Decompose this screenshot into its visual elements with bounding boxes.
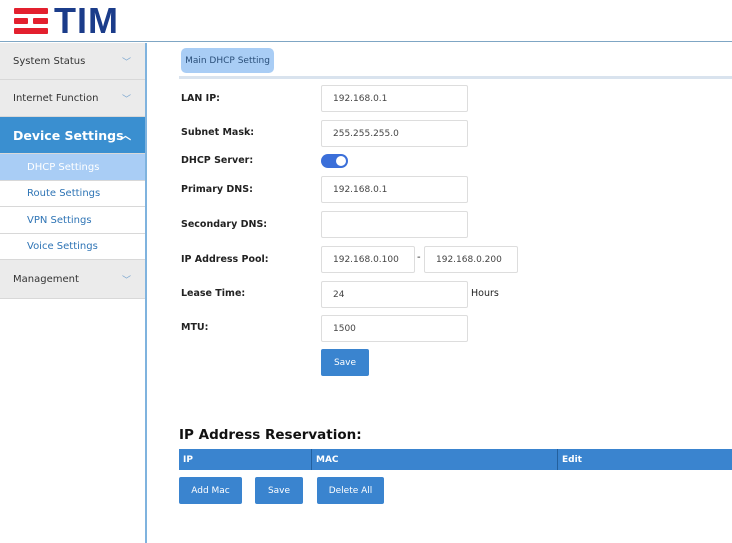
save-button[interactable]: Save [321, 349, 369, 376]
chevron-up-icon: ︿ [120, 127, 131, 143]
lease-time-unit: Hours [471, 288, 499, 299]
lan-ip-label: LAN IP: [181, 93, 220, 104]
sidebar-item-label: Management [13, 274, 79, 285]
column-ip: IP [179, 449, 312, 470]
lan-ip-input[interactable]: 192.168.0.1 [321, 85, 468, 112]
ip-pool-end-input[interactable]: 192.168.0.200 [424, 246, 518, 273]
sidebar-item-management[interactable]: Management ﹀ [0, 260, 145, 299]
lease-time-label: Lease Time: [181, 288, 245, 299]
primary-dns-input[interactable]: 192.168.0.1 [321, 176, 468, 203]
lease-time-input[interactable]: 24 [321, 281, 468, 308]
reservation-title: IP Address Reservation: [179, 427, 362, 443]
sidebar-item-internet-function[interactable]: Internet Function ﹀ [0, 80, 145, 117]
column-edit: Edit [558, 449, 732, 470]
ip-pool-separator: - [417, 252, 421, 263]
chevron-down-icon: ﹀ [122, 273, 131, 286]
chevron-down-icon: ﹀ [122, 55, 131, 68]
header: TIM [0, 0, 732, 42]
sidebar-item-label: DHCP Settings [27, 162, 99, 173]
reservation-table-header: IP MAC Edit [179, 449, 732, 470]
sidebar-item-label: Internet Function [13, 93, 98, 104]
subnet-mask-input[interactable]: 255.255.255.0 [321, 120, 468, 147]
dhcp-server-label: DHCP Server: [181, 155, 253, 166]
sidebar: System Status ﹀ Internet Function ﹀ Device… [0, 43, 147, 543]
delete-all-button[interactable]: Delete All [317, 477, 384, 504]
secondary-dns-label: Secondary DNS: [181, 219, 267, 230]
sidebar-item-voice-settings[interactable]: Voice Settings [0, 234, 145, 260]
sidebar-item-vpn-settings[interactable]: VPN Settings [0, 207, 145, 234]
secondary-dns-input[interactable] [321, 211, 468, 238]
sidebar-item-label: Voice Settings [27, 241, 98, 252]
chevron-down-icon: ﹀ [122, 92, 131, 105]
sidebar-item-dhcp-settings[interactable]: DHCP Settings [0, 154, 145, 181]
reservation-save-button[interactable]: Save [255, 477, 303, 504]
column-mac: MAC [312, 449, 558, 470]
mtu-input[interactable]: 1500 [321, 315, 468, 342]
ip-pool-label: IP Address Pool: [181, 254, 269, 265]
dhcp-server-toggle[interactable] [321, 154, 348, 168]
mtu-label: MTU: [181, 322, 208, 333]
tab-main-dhcp-setting[interactable]: Main DHCP Setting [181, 48, 274, 73]
sidebar-item-label: Route Settings [27, 188, 100, 199]
brand-logo: TIM [54, 0, 119, 42]
sidebar-item-system-status[interactable]: System Status ﹀ [0, 43, 145, 80]
subnet-mask-label: Subnet Mask: [181, 127, 254, 138]
divider [179, 76, 732, 79]
sidebar-item-route-settings[interactable]: Route Settings [0, 181, 145, 207]
sidebar-item-label: Device Settings [13, 128, 124, 143]
tim-logo-icon [14, 8, 48, 34]
sidebar-item-label: System Status [13, 56, 85, 67]
add-mac-button[interactable]: Add Mac [179, 477, 242, 504]
sidebar-item-label: VPN Settings [27, 215, 92, 226]
sidebar-item-device-settings[interactable]: Device Settings︿ [0, 117, 145, 154]
ip-pool-start-input[interactable]: 192.168.0.100 [321, 246, 415, 273]
primary-dns-label: Primary DNS: [181, 184, 253, 195]
